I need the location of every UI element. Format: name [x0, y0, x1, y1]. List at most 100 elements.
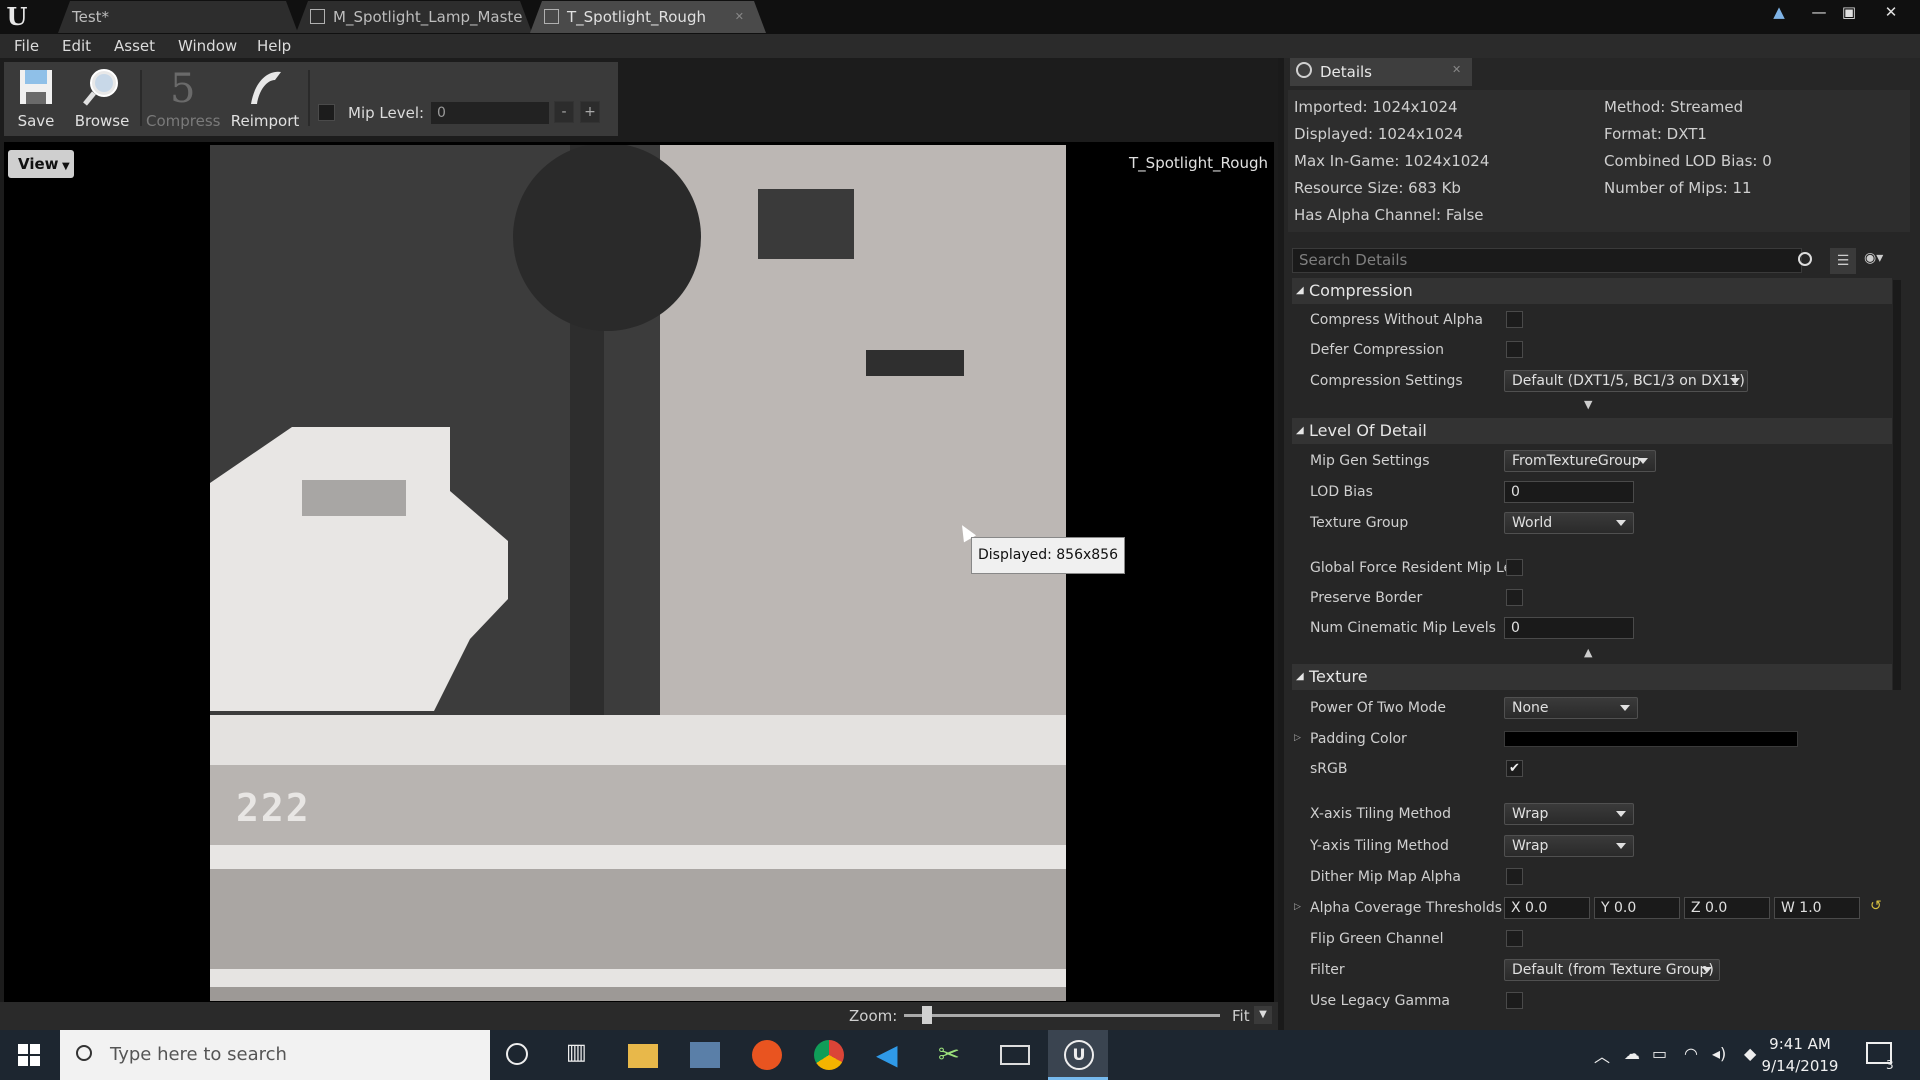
chevron-down-icon: ▼ — [58, 161, 70, 172]
texture-icon — [544, 9, 559, 24]
collapse-advanced-icon[interactable]: ▲ — [1584, 646, 1592, 659]
srgb-checkbox[interactable]: ✔ — [1506, 760, 1523, 777]
mip-increase-button[interactable]: + — [580, 101, 600, 123]
show-hidden-icons-icon[interactable]: ︿ — [1594, 1043, 1610, 1067]
menu-file[interactable]: File — [14, 34, 39, 58]
expand-arrow-icon[interactable]: ▷ — [1294, 902, 1301, 912]
dropdown-value: Default (from Texture Group) — [1512, 962, 1714, 978]
battery-icon[interactable]: ▭ — [1652, 1044, 1667, 1063]
reimport-button[interactable]: Reimport — [228, 64, 302, 134]
compression-settings-dropdown[interactable]: Default (DXT1/5, BC1/3 on DX11) — [1504, 370, 1748, 392]
zoom-dropdown-icon[interactable]: ▼ — [1254, 1006, 1272, 1024]
expand-arrow-icon[interactable]: ▷ — [1294, 733, 1301, 743]
maximize-icon[interactable]: ▣ — [1836, 2, 1862, 22]
search-icon — [1798, 252, 1812, 266]
tab-test[interactable]: Test* — [58, 1, 298, 33]
vscode-icon[interactable]: ◀ — [876, 1040, 906, 1070]
filter-dropdown[interactable]: Default (from Texture Group) — [1504, 959, 1720, 981]
global-force-resident-checkbox[interactable] — [1506, 559, 1523, 576]
close-window-icon[interactable]: ✕ — [1878, 2, 1904, 22]
alpha-coverage-z-input[interactable]: Z 0.0 — [1684, 897, 1770, 919]
save-button[interactable]: Save — [4, 64, 68, 134]
tab-texture[interactable]: T_Spotlight_Rough ✕ — [530, 1, 766, 33]
toolbar-separator — [308, 70, 310, 126]
dropdown-value: Wrap — [1512, 838, 1549, 854]
file-explorer-icon[interactable] — [628, 1044, 658, 1068]
defer-compression-checkbox[interactable] — [1506, 341, 1523, 358]
texture-group-dropdown[interactable]: World — [1504, 512, 1634, 534]
zoom-slider-track[interactable] — [904, 1014, 1220, 1017]
mip-gen-settings-dropdown[interactable]: FromTextureGroup — [1504, 450, 1656, 472]
section-texture[interactable]: ◢ Texture — [1292, 664, 1892, 690]
chevron-down-icon — [1702, 967, 1712, 973]
mip-level-spinbox[interactable]: 0 — [430, 101, 550, 125]
info-imported: Imported: 1024x1024 — [1294, 98, 1458, 116]
alpha-coverage-w-input[interactable]: W 1.0 — [1774, 897, 1860, 919]
preserve-border-checkbox[interactable] — [1506, 589, 1523, 606]
reset-to-default-icon[interactable]: ↺ — [1870, 898, 1882, 914]
num-cinematic-mips-input[interactable]: 0 — [1504, 617, 1634, 639]
dither-mip-alpha-checkbox[interactable] — [1506, 868, 1523, 885]
legacy-gamma-checkbox[interactable] — [1506, 992, 1523, 1009]
section-label: Texture — [1309, 667, 1368, 686]
clock-date: 9/14/2019 — [1761, 1057, 1839, 1075]
store-icon[interactable] — [690, 1042, 720, 1068]
compress-button[interactable]: 5 Compress — [146, 64, 220, 134]
minimize-icon[interactable]: — — [1806, 2, 1832, 22]
flip-green-checkbox[interactable] — [1506, 930, 1523, 947]
alpha-coverage-y-input[interactable]: Y 0.0 — [1594, 897, 1680, 919]
menu-asset[interactable]: Asset — [114, 34, 155, 58]
mip-level-checkbox[interactable] — [318, 104, 335, 121]
details-tab[interactable]: Details — [1290, 58, 1472, 86]
list-view-icon[interactable]: ☰ — [1830, 248, 1856, 274]
alpha-coverage-x-input[interactable]: X 0.0 — [1504, 897, 1590, 919]
close-tab-icon[interactable]: ✕ — [735, 1, 744, 33]
volume-icon[interactable]: ◂) — [1712, 1044, 1726, 1063]
dropdown-value: None — [1512, 700, 1549, 716]
reimport-icon — [251, 71, 281, 104]
compress-without-alpha-checkbox[interactable] — [1506, 311, 1523, 328]
input-value: 0 — [1511, 620, 1520, 636]
x-tiling-dropdown[interactable]: Wrap — [1504, 803, 1634, 825]
padding-color-swatch[interactable] — [1504, 731, 1798, 747]
browse-button[interactable]: Browse — [70, 64, 134, 134]
power-of-two-dropdown[interactable]: None — [1504, 697, 1638, 719]
prop-y-tiling: Y-axis Tiling Method — [1310, 838, 1449, 854]
windows-start-icon[interactable] — [18, 1044, 40, 1066]
eye-icon[interactable]: ◉▾ — [1864, 250, 1883, 266]
details-scrollbar[interactable] — [1893, 280, 1901, 690]
unreal-logo-icon[interactable]: U — [2, 2, 32, 32]
snipping-tool-icon[interactable]: ✂ — [938, 1040, 968, 1070]
chrome-icon[interactable] — [814, 1040, 844, 1070]
onedrive-icon[interactable]: ☁ — [1624, 1044, 1640, 1063]
tab-material[interactable]: M_Spotlight_Lamp_Maste — [296, 1, 532, 33]
zoom-label: Zoom: — [849, 1007, 898, 1025]
y-tiling-dropdown[interactable]: Wrap — [1504, 835, 1634, 857]
expand-advanced-icon[interactable]: ▼ — [1584, 398, 1592, 411]
wifi-icon[interactable]: ◠ — [1684, 1044, 1698, 1063]
dropdown-value: FromTextureGroup — [1512, 453, 1641, 469]
section-compression[interactable]: ◢ Compression — [1292, 278, 1892, 304]
chevron-down-icon — [1616, 811, 1626, 817]
taskbar-clock[interactable]: 9:41 AM 9/14/2019 — [1758, 1033, 1842, 1077]
zoom-slider-handle[interactable] — [922, 1006, 932, 1024]
lod-bias-input[interactable]: 0 — [1504, 481, 1634, 503]
cortana-icon[interactable] — [506, 1043, 528, 1065]
section-level-of-detail[interactable]: ◢ Level Of Detail — [1292, 418, 1892, 444]
tab-label: M_Spotlight_Lamp_Maste — [333, 8, 523, 26]
view-menu-button[interactable]: View ▼ — [8, 150, 74, 178]
zoom-fit-label: Fit — [1232, 1007, 1250, 1025]
menu-help[interactable]: Help — [257, 34, 291, 58]
dropbox-icon[interactable]: ◆ — [1744, 1044, 1756, 1063]
close-details-tab-icon[interactable]: ✕ — [1452, 63, 1461, 76]
menu-edit[interactable]: Edit — [62, 34, 91, 58]
prop-mip-gen-settings: Mip Gen Settings — [1310, 453, 1430, 469]
menu-window[interactable]: Window — [178, 34, 237, 58]
task-view-icon[interactable]: ▥ — [566, 1040, 596, 1070]
search-details-input[interactable]: Search Details — [1292, 248, 1802, 273]
taskbar-search-input[interactable]: Type here to search — [60, 1030, 490, 1080]
ubuntu-icon[interactable] — [752, 1040, 782, 1070]
mail-icon[interactable] — [1000, 1045, 1030, 1065]
graduation-cap-icon[interactable]: ▲ — [1766, 2, 1792, 22]
mip-decrease-button[interactable]: - — [554, 101, 574, 123]
